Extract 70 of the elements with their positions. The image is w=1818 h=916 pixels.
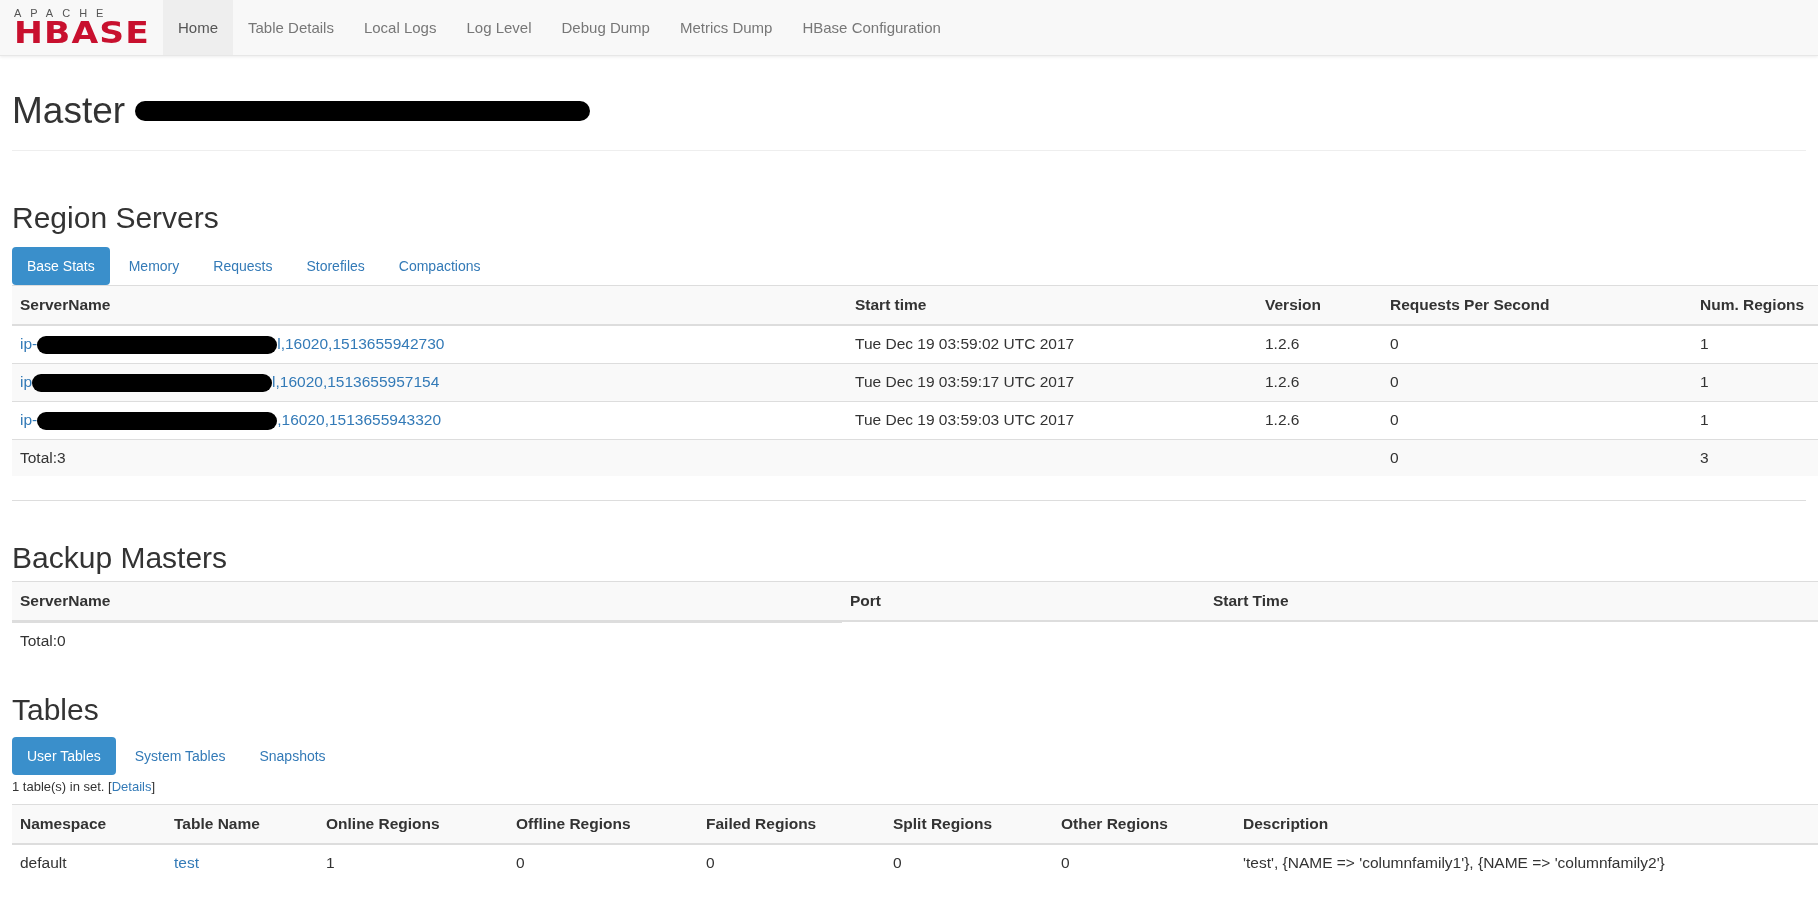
- table-cell: 1: [326, 853, 335, 871]
- nav-link[interactable]: Debug Dump: [546, 0, 665, 55]
- nav-link[interactable]: Metrics Dump: [664, 0, 788, 55]
- column-header: Failed Regions: [706, 814, 817, 832]
- table-cell: 0: [1390, 373, 1399, 391]
- tab[interactable]: Base Stats: [12, 247, 110, 285]
- column-header: Online Regions: [326, 814, 440, 832]
- column-header: Version: [1265, 296, 1321, 313]
- nav-link[interactable]: Local Logs: [348, 0, 452, 55]
- tab[interactable]: User Tables: [12, 736, 116, 775]
- table-cell: 1: [1700, 373, 1709, 391]
- logo[interactable]: APACHE HBASE: [0, 0, 163, 55]
- column-header: Start time: [855, 296, 927, 313]
- server-link[interactable]: ip-: [20, 335, 38, 352]
- tab[interactable]: Snapshots: [244, 736, 341, 775]
- table-cell: 3: [1700, 448, 1709, 466]
- column-header: ServerName: [20, 296, 111, 313]
- column-header: ServerName: [20, 591, 111, 609]
- section-heading: Tables: [12, 692, 100, 727]
- nav-link[interactable]: Home: [163, 0, 233, 55]
- table-cell: 1.2.6: [1265, 411, 1300, 429]
- table-link[interactable]: test: [174, 853, 199, 871]
- table-cell: 0: [1390, 411, 1399, 429]
- tab[interactable]: System Tables: [119, 736, 241, 775]
- table-cell: Tue Dec 19 03:59:03 UTC 2017: [855, 411, 1075, 429]
- table-cell: 0: [516, 853, 525, 871]
- table-cell: 1: [1700, 335, 1709, 353]
- table-cell: 0: [893, 853, 902, 871]
- server-link[interactable]: ip-: [20, 410, 38, 428]
- table-cell: 0: [1061, 853, 1070, 871]
- table-cell: Tue Dec 19 03:59:02 UTC 2017: [855, 335, 1075, 353]
- table-cell: 1: [1700, 411, 1709, 429]
- table-cell: 0: [1390, 448, 1399, 466]
- table-cell: 'test', {NAME => 'columnfamily1'}, {NAME => 'columnfamily2'}: [1243, 853, 1665, 871]
- column-header: Port: [850, 591, 881, 609]
- summary-text: 1 table(s) in set. [: [12, 778, 112, 794]
- tab[interactable]: Compactions: [383, 247, 496, 285]
- logo-text: APACHE: [14, 8, 114, 19]
- logo-text: HBASE: [14, 19, 152, 47]
- column-header: Other Regions: [1061, 814, 1168, 832]
- column-header: Requests Per Second: [1390, 296, 1550, 313]
- server-link[interactable]: ip: [20, 372, 33, 390]
- column-header: Namespace: [20, 814, 107, 832]
- column-header: Split Regions: [893, 814, 993, 832]
- column-header: Offline Regions: [516, 814, 631, 832]
- table-cell: Total:3: [20, 448, 66, 466]
- tab[interactable]: Storefiles: [291, 247, 380, 285]
- nav-link[interactable]: Table Details: [233, 0, 349, 55]
- table-cell: Tue Dec 19 03:59:17 UTC 2017: [855, 373, 1075, 391]
- table-cell: default: [20, 853, 67, 871]
- column-header: Start Time: [1213, 591, 1289, 609]
- table-cell: 1.2.6: [1265, 373, 1300, 391]
- column-header: Table Name: [174, 814, 260, 832]
- section-heading: Backup Masters: [12, 540, 229, 575]
- page-title: Master: [12, 90, 126, 132]
- table-cell: 0: [706, 853, 715, 871]
- summary-text: ]: [151, 778, 156, 794]
- table-cell: Total:0: [20, 631, 66, 649]
- section-heading: Region Servers: [12, 201, 220, 235]
- table-cell: 0: [1390, 335, 1399, 353]
- nav-link[interactable]: HBase Configuration: [787, 0, 956, 55]
- server-link[interactable]: l,16020,1513655942730: [277, 335, 445, 352]
- server-link[interactable]: ,16020,1513655943320: [277, 410, 441, 428]
- column-header: Description: [1243, 814, 1329, 832]
- server-link[interactable]: l,16020,1513655957154: [272, 372, 440, 390]
- column-header: Num. Regions: [1700, 296, 1805, 313]
- tab[interactable]: Requests: [198, 247, 288, 285]
- nav-link[interactable]: Log Level: [451, 0, 547, 55]
- table-cell: 1.2.6: [1265, 335, 1300, 353]
- tab[interactable]: Memory: [113, 247, 195, 285]
